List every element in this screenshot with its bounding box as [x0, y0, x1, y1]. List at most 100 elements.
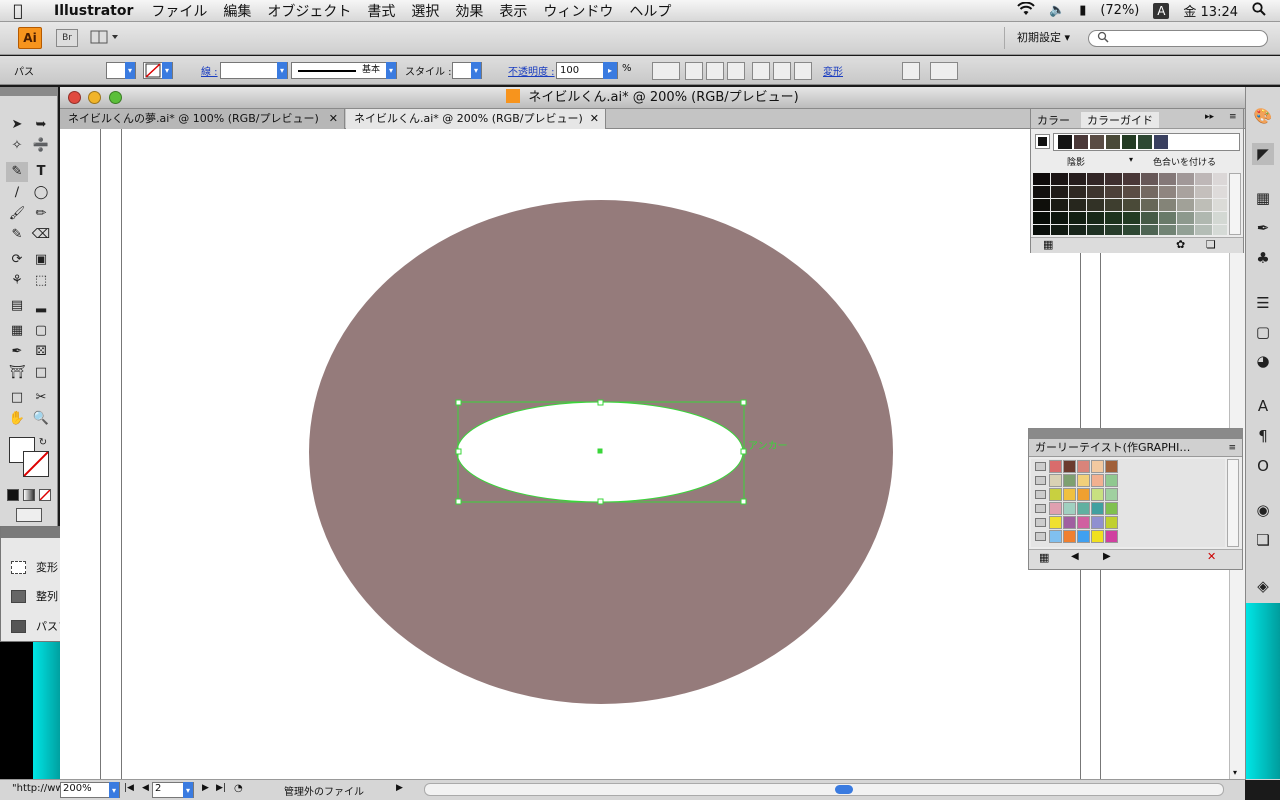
rotate-tool-icon[interactable]: ⟳	[6, 250, 28, 270]
library-swatch[interactable]	[1049, 474, 1062, 487]
library-swatch[interactable]	[1063, 530, 1076, 543]
variation-swatch[interactable]	[1213, 186, 1227, 198]
last-page-icon[interactable]: ▶|	[216, 783, 226, 793]
harmony-swatch[interactable]	[1122, 135, 1136, 149]
harmony-swatch[interactable]	[1074, 135, 1088, 149]
align-center-icon[interactable]	[706, 62, 724, 80]
spotlight-icon[interactable]	[1252, 1, 1266, 20]
gradient-panel-icon[interactable]: ▢	[1252, 321, 1274, 343]
library-swatch[interactable]	[1063, 502, 1076, 515]
swatch-library-menu-icon[interactable]: ▦	[1039, 551, 1049, 564]
variation-swatch[interactable]	[1087, 173, 1104, 185]
app-menu[interactable]: Illustrator	[36, 3, 143, 19]
panel-collapse-icon[interactable]: ▸▸	[1205, 112, 1214, 122]
menu-window[interactable]: ウィンドウ	[535, 1, 621, 21]
variation-swatch[interactable]	[1141, 225, 1158, 235]
lasso-tool-icon[interactable]: ➗	[30, 136, 52, 156]
color-mode-icon[interactable]	[7, 489, 19, 501]
line-tool-icon[interactable]: ∕	[6, 183, 28, 203]
bridge-button[interactable]: Br	[56, 29, 78, 47]
variation-swatch[interactable]	[1213, 212, 1227, 224]
minimize-window-icon[interactable]	[88, 91, 101, 104]
blob-brush-tool-icon[interactable]: ✎	[6, 225, 28, 245]
color-panel-icon[interactable]: 🎨	[1252, 105, 1274, 127]
tab-color[interactable]: カラー	[1037, 112, 1070, 128]
close-window-icon[interactable]	[68, 91, 81, 104]
variation-swatch[interactable]	[1033, 186, 1050, 198]
variation-swatch[interactable]	[1105, 186, 1122, 198]
close-tab-1-icon[interactable]: ✕	[329, 109, 338, 129]
variation-swatch[interactable]	[1159, 186, 1176, 198]
eraser-tool-icon[interactable]: ⌫	[30, 225, 52, 245]
library-swatch[interactable]	[1063, 460, 1076, 473]
variation-swatch[interactable]	[1051, 199, 1068, 211]
menu-object[interactable]: オブジェクト	[259, 1, 359, 21]
graph-tool-icon[interactable]: ▂	[30, 296, 52, 316]
scale-tool-icon[interactable]: ▣	[30, 250, 52, 270]
variation-swatch[interactable]	[1069, 225, 1086, 235]
zoom-window-icon[interactable]	[109, 91, 122, 104]
tab-document-1[interactable]: ネイビルくんの夢.ai* @ 100% (RGB/プレビュー) ✕	[60, 109, 345, 129]
type-tool-icon[interactable]: T	[30, 162, 52, 182]
swatches-panel-icon[interactable]: ▦	[1252, 187, 1274, 209]
harmony-swatch[interactable]	[1138, 135, 1152, 149]
variation-swatch[interactable]	[1069, 199, 1086, 211]
warp-tool-icon[interactable]: ⚘	[6, 271, 28, 291]
paragraph-panel-icon[interactable]: ¶	[1252, 425, 1274, 447]
clock[interactable]: 金 13:24	[1183, 1, 1238, 20]
isolate-group-icon[interactable]	[902, 62, 920, 80]
paintbrush-tool-icon[interactable]: 🖌	[6, 204, 28, 224]
library-swatch[interactable]	[1105, 474, 1118, 487]
fill-color-selector[interactable]: ▾	[106, 62, 136, 79]
select-similar-button[interactable]	[930, 62, 958, 80]
battery-icon[interactable]: ▮	[1079, 3, 1086, 18]
next-library-icon[interactable]: ▶	[1103, 551, 1111, 562]
library-swatch[interactable]	[1105, 530, 1118, 543]
library-swatch[interactable]	[1049, 516, 1062, 529]
free-transform-tool-icon[interactable]: ⬚	[30, 271, 52, 291]
library-swatch[interactable]	[1091, 516, 1104, 529]
ellipse-tool-icon[interactable]: ◯	[30, 183, 52, 203]
menu-view[interactable]: 表示	[491, 1, 535, 21]
prev-library-icon[interactable]: ◀	[1071, 551, 1079, 562]
flyout-transform[interactable]: 変形	[11, 559, 58, 575]
menu-effect[interactable]: 効果	[447, 1, 491, 21]
document-titlebar[interactable]: ネイビルくん.ai* @ 200% (RGB/プレビュー)	[60, 87, 1245, 109]
library-swatch[interactable]	[1077, 488, 1090, 501]
volume-icon[interactable]: 🔈	[1049, 3, 1065, 18]
library-swatch[interactable]	[1049, 530, 1062, 543]
screen-mode-icon[interactable]	[16, 508, 42, 522]
swatch-grid[interactable]	[1031, 459, 1225, 547]
graphic-styles-panel-icon[interactable]: ❏	[1252, 529, 1274, 551]
live-paint-selection-tool-icon[interactable]: □	[30, 363, 52, 383]
align-bottom-icon[interactable]	[794, 62, 812, 80]
appearance-panel-icon[interactable]: ◉	[1252, 499, 1274, 521]
align-right-icon[interactable]	[727, 62, 745, 80]
variation-swatch[interactable]	[1087, 199, 1104, 211]
artboard-tool-icon[interactable]: □	[6, 388, 28, 408]
wifi-icon[interactable]	[1017, 1, 1035, 20]
hand-tool-icon[interactable]: ✋	[6, 409, 28, 429]
variation-swatch[interactable]	[1177, 212, 1194, 224]
variation-swatch[interactable]	[1105, 212, 1122, 224]
variation-swatch[interactable]	[1069, 212, 1086, 224]
stroke-weight-input[interactable]: ▾	[220, 62, 288, 79]
library-swatch[interactable]	[1077, 516, 1090, 529]
transform-link[interactable]: 変形	[823, 63, 843, 78]
live-paint-bucket-tool-icon[interactable]: ⛩	[6, 363, 28, 383]
swap-fill-stroke-icon[interactable]: ↻	[36, 433, 50, 448]
align-middle-icon[interactable]	[773, 62, 791, 80]
input-mode-icon[interactable]: A	[1153, 2, 1170, 19]
pencil-tool-icon[interactable]: ✏	[30, 204, 52, 224]
variations-scrollbar[interactable]	[1229, 173, 1241, 235]
opacity-label[interactable]: 不透明度 :	[508, 63, 555, 78]
gradient-tool-icon[interactable]: ▢	[30, 321, 52, 341]
variation-swatch[interactable]	[1177, 225, 1194, 235]
variation-swatch[interactable]	[1195, 212, 1212, 224]
variation-swatch[interactable]	[1069, 186, 1086, 198]
variation-swatch[interactable]	[1141, 212, 1158, 224]
none-mode-icon[interactable]	[39, 489, 51, 501]
scroll-down-icon[interactable]: ▾	[1233, 768, 1237, 777]
gradient-mode-icon[interactable]	[23, 489, 35, 501]
base-color-swatch[interactable]	[1035, 134, 1050, 149]
